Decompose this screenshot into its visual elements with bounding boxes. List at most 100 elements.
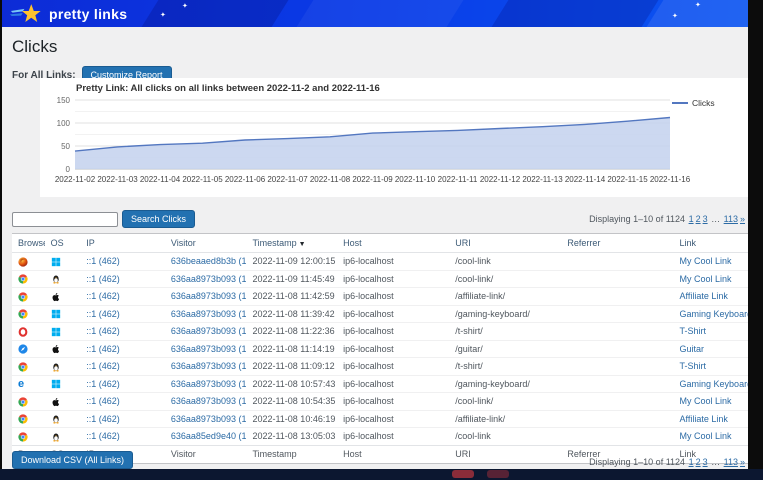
sort-column-os[interactable]: OS	[51, 238, 64, 248]
visitor-link[interactable]: 636aa8973b093 (1)	[171, 414, 247, 424]
click-row: ::1 (462)636aa8973b093 (1)2022-11-08 10:…	[12, 393, 748, 411]
page-link-1[interactable]: 1	[689, 457, 694, 467]
chrome-icon	[18, 397, 28, 407]
sparkle-icon: ✦	[182, 3, 188, 10]
screen-left-edge	[0, 0, 2, 469]
download-csv-button[interactable]: Download CSV (All Links)	[12, 451, 133, 469]
ip-link[interactable]: ::1 (462)	[86, 396, 120, 406]
logo-wordmark: pretty links	[49, 6, 127, 22]
page-link-1[interactable]: 1	[689, 214, 694, 224]
apple-icon	[51, 292, 61, 302]
pretty-link[interactable]: Gaming Keyboard	[680, 309, 748, 319]
clicks-table-wrap: Browser OS IP Visitor Timestamp▼ Host URI Refer…	[12, 233, 748, 464]
visitor-link[interactable]: 636aa8973b093 (1)	[171, 396, 247, 406]
host-value: ip6-localhost	[343, 396, 394, 406]
ip-link[interactable]: ::1 (462)	[86, 431, 120, 441]
host-value: ip6-localhost	[343, 326, 394, 336]
host-value: ip6-localhost	[343, 361, 394, 371]
uri-value: /affiliate-link/	[455, 414, 505, 424]
visitor-link[interactable]: 636beaaed8b3b (1)	[171, 256, 247, 266]
page-title: Clicks	[12, 37, 748, 57]
svg-text:2022-11-11: 2022-11-11	[438, 175, 478, 184]
host-value: ip6-localhost	[343, 431, 394, 441]
svg-text:2022-11-06: 2022-11-06	[225, 175, 266, 184]
click-row: ::1 (462)636aa8973b093 (1)2022-11-08 11:…	[12, 305, 748, 323]
page-link-last[interactable]: 113	[724, 457, 738, 467]
visitor-link[interactable]: 636aa85ed9e40 (1)	[171, 431, 247, 441]
svg-text:2022-11-08: 2022-11-08	[310, 175, 351, 184]
windows-icon	[51, 327, 61, 337]
timestamp-value: 2022-11-08 10:46:19	[252, 414, 335, 424]
chrome-icon	[18, 414, 28, 424]
sort-column-timestamp[interactable]: Timestamp	[252, 238, 296, 248]
svg-text:2022-11-02: 2022-11-02	[55, 175, 96, 184]
click-row: ::1 (462)636beaaed8b3b (1)2022-11-09 12:…	[12, 253, 748, 271]
sort-column-ip[interactable]: IP	[86, 238, 95, 248]
uri-value: /cool-link/	[455, 396, 493, 406]
timestamp-value: 2022-11-08 11:09:12	[252, 361, 334, 371]
visitor-link[interactable]: 636aa8973b093 (1)	[171, 274, 247, 284]
sort-column-uri[interactable]: URI	[455, 238, 471, 248]
visitor-link[interactable]: 636aa8973b093 (1)	[171, 309, 247, 319]
page-link-last[interactable]: 113	[724, 214, 738, 224]
windows-icon	[51, 309, 61, 319]
click-row: ::1 (462) 636aa8973b093 (1) 2022-11-08 11:…	[12, 340, 748, 358]
click-row: ::1 (462) 636aa8973b093 (1) 2022-11-09 11:…	[12, 270, 748, 288]
pretty-link[interactable]: T-Shirt	[680, 326, 707, 336]
pretty-link[interactable]: My Cool Link	[680, 274, 732, 284]
sort-column-host[interactable]: Host	[343, 238, 362, 248]
pretty-link[interactable]: T-Shirt	[680, 361, 707, 371]
visitor-link[interactable]: 636aa8973b093 (1)	[171, 361, 247, 371]
pretty-link[interactable]: My Cool Link	[680, 431, 732, 441]
visitor-link[interactable]: 636aa8973b093 (1)	[171, 344, 247, 354]
ip-link[interactable]: ::1 (462)	[86, 274, 120, 284]
page-link-3[interactable]: 3	[703, 214, 708, 224]
uri-value: /guitar/	[455, 344, 483, 354]
next-page-link[interactable]: »	[740, 457, 745, 467]
pagination-links: 123 … 113»	[688, 214, 746, 224]
banner-stripe	[294, 0, 466, 27]
sort-column-browser[interactable]: Browser	[18, 238, 45, 248]
sort-column-referrer[interactable]: Referrer	[567, 238, 600, 248]
next-page-link[interactable]: »	[740, 214, 745, 224]
ip-link[interactable]: ::1 (462)	[86, 256, 120, 266]
svg-text:100: 100	[57, 119, 71, 128]
sort-column-link[interactable]: Link	[680, 238, 697, 248]
taskbar-item[interactable]	[452, 470, 474, 478]
host-value: ip6-localhost	[343, 309, 394, 319]
search-input[interactable]	[12, 212, 118, 227]
svg-text:2022-11-16: 2022-11-16	[650, 175, 691, 184]
ip-link[interactable]: ::1 (462)	[86, 344, 120, 354]
ip-link[interactable]: ::1 (462)	[86, 291, 120, 301]
ip-link[interactable]: ::1 (462)	[86, 414, 120, 424]
ip-link[interactable]: ::1 (462)	[86, 379, 120, 389]
taskbar-item[interactable]	[487, 470, 509, 478]
pretty-link[interactable]: Affiliate Link	[680, 291, 728, 301]
timestamp-value: 2022-11-08 11:14:19	[252, 344, 334, 354]
ip-link[interactable]: ::1 (462)	[86, 309, 120, 319]
svg-text:2022-11-07: 2022-11-07	[267, 175, 308, 184]
pretty-link[interactable]: Guitar	[680, 344, 705, 354]
timestamp-value: 2022-11-09 11:45:49	[252, 274, 334, 284]
pretty-link[interactable]: Gaming Keyboard	[680, 379, 748, 389]
visitor-link[interactable]: 636aa8973b093 (1)	[171, 326, 247, 336]
sort-desc-icon: ▼	[299, 241, 306, 248]
visitor-link[interactable]: 636aa8973b093 (1)	[171, 291, 247, 301]
pretty-link[interactable]: Affiliate Link	[680, 414, 728, 424]
ip-link[interactable]: ::1 (462)	[86, 361, 120, 371]
host-value: ip6-localhost	[343, 344, 394, 354]
ip-link[interactable]: ::1 (462)	[86, 326, 120, 336]
page-link-2[interactable]: 2	[696, 214, 701, 224]
visitor-link[interactable]: 636aa8973b093 (1)	[171, 379, 247, 389]
apple-icon	[51, 344, 61, 354]
svg-text:2022-11-04: 2022-11-04	[140, 175, 181, 184]
pretty-link[interactable]: My Cool Link	[680, 396, 732, 406]
pretty-link[interactable]: My Cool Link	[680, 256, 732, 266]
search-clicks-button[interactable]: Search Clicks	[122, 210, 195, 228]
page-link-2[interactable]: 2	[696, 457, 701, 467]
pagination-summary: Displaying 1–10 of 1124	[589, 457, 685, 467]
click-row: ::1 (462)636aa8973b093 (1)2022-11-08 11:…	[12, 288, 748, 306]
click-row: ::1 (462)636aa85ed9e40 (1)2022-11-08 13:…	[12, 428, 748, 446]
sort-column-visitor[interactable]: Visitor	[171, 238, 196, 248]
page-link-3[interactable]: 3	[703, 457, 708, 467]
